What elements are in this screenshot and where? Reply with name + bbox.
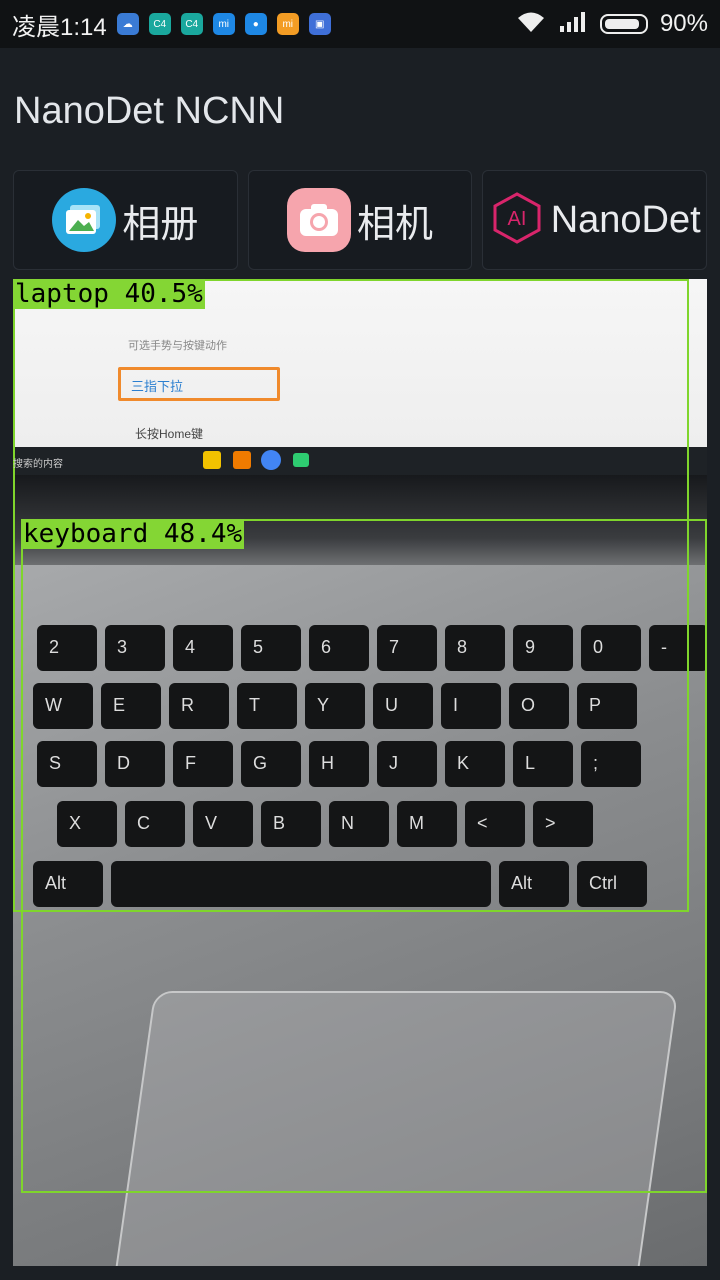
nanodet-button[interactable]: AI NanoDet	[482, 170, 708, 270]
photo-album-icon	[52, 188, 117, 252]
app-icon: ▣	[308, 13, 331, 35]
mi-store-icon: mi	[276, 13, 299, 35]
camera-icon	[287, 188, 351, 252]
battery-percent: 90%	[659, 10, 708, 37]
action-button-row: 相册 相机 AI NanoDet	[13, 170, 708, 270]
status-bar-right: 90%	[516, 10, 708, 39]
page-title: NanoDet NCNN	[14, 90, 285, 132]
status-bar: 凌晨1:14 ☁ C4 C4 mi ● mi ▣ 90%	[0, 0, 720, 48]
detection-image: 可选手势与按键动作 三指下拉 长按Home键 搜索的内容 234567890-W…	[13, 279, 707, 1266]
nanodet-button-label: NanoDet	[550, 198, 701, 241]
camera-button-label: 相机	[357, 203, 434, 246]
screen-text-side: 搜索的内容	[13, 459, 63, 470]
ai-icon: AI	[489, 190, 545, 251]
bottom-margin	[0, 1266, 720, 1280]
status-time: 凌晨1:14	[12, 13, 107, 41]
detection-label-keyboard: keyboard 48.4%	[21, 519, 245, 549]
mi-icon: mi	[212, 13, 235, 35]
battery-icon	[599, 14, 648, 34]
status-bar-left: 凌晨1:14 ☁ C4 C4 mi ● mi ▣	[12, 7, 331, 42]
detection-label-laptop: laptop 40.5%	[13, 279, 205, 309]
notification-icons: ☁ C4 C4 mi ● mi ▣	[116, 13, 331, 35]
signal-icon	[558, 10, 588, 39]
c4-icon-1: C4	[148, 13, 171, 35]
camera-button[interactable]: 相机	[247, 170, 473, 270]
svg-text:AI: AI	[507, 208, 526, 230]
album-button[interactable]: 相册	[13, 170, 238, 270]
c4-icon-2: C4	[180, 13, 203, 35]
album-button-label: 相册	[122, 203, 199, 246]
wifi-icon	[516, 10, 546, 39]
app-bar: NanoDet NCNN	[0, 48, 720, 168]
detection-box-keyboard: keyboard 48.4%	[21, 519, 707, 1193]
drop-icon: ●	[244, 13, 267, 35]
cloud-icon: ☁	[116, 13, 139, 35]
